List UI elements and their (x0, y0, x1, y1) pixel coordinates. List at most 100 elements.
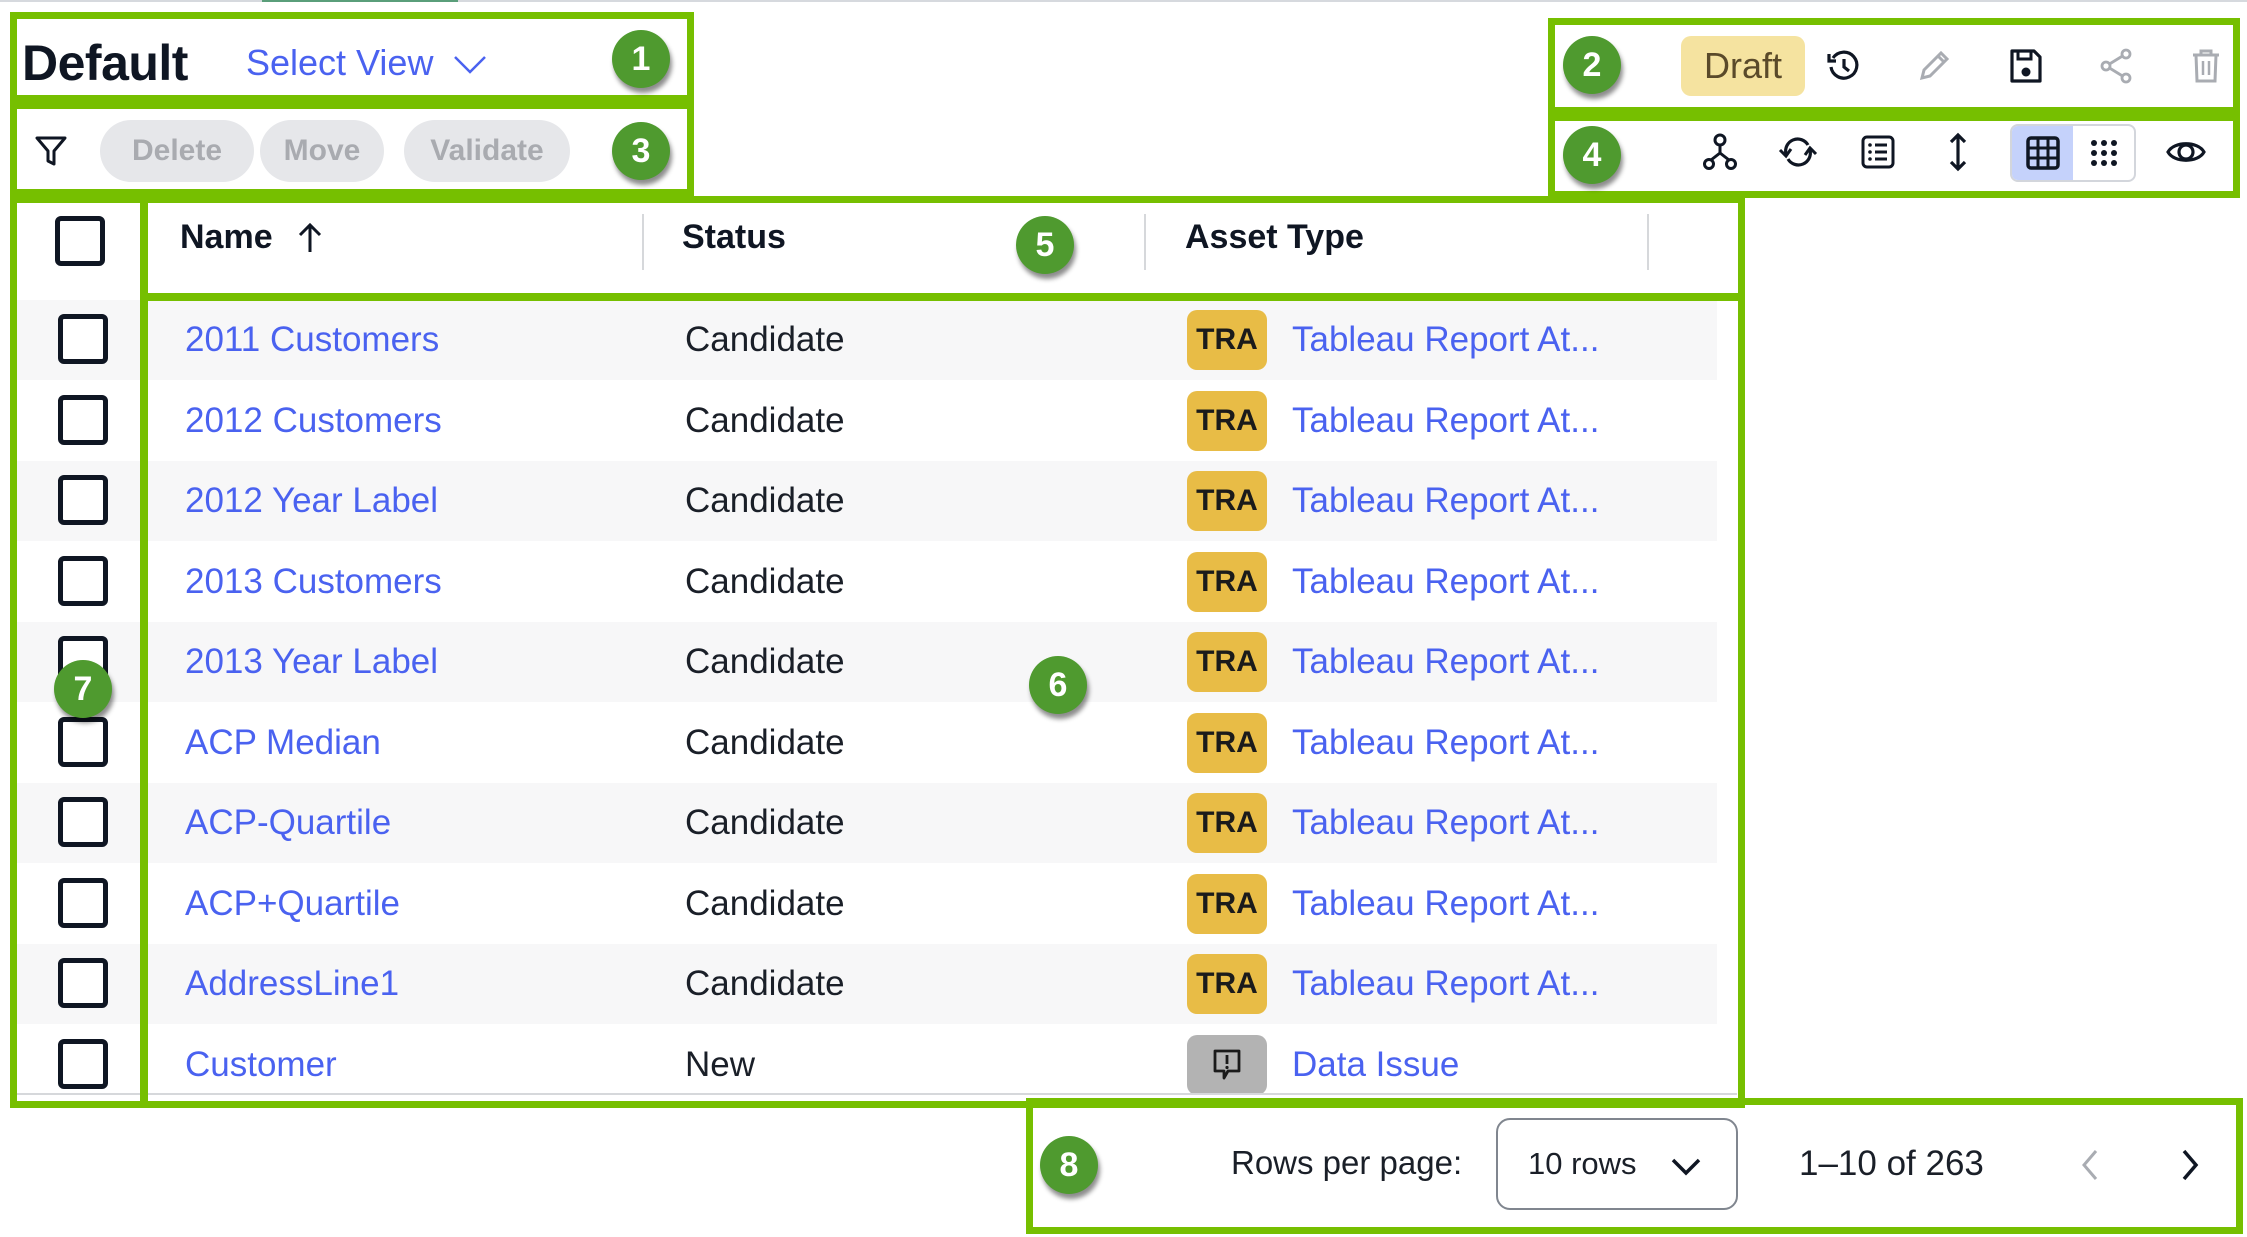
asset-type-badge: TRA (1187, 954, 1267, 1014)
asset-type-link[interactable]: Tableau Report At... (1292, 320, 1599, 360)
active-tab-indicator (262, 0, 458, 2)
status-cell: Candidate (685, 400, 845, 440)
column-resize-handle[interactable] (1647, 214, 1649, 270)
asset-type-badge: TRA (1187, 390, 1267, 451)
status-cell: Candidate (685, 481, 845, 520)
list-view-icon[interactable] (1856, 130, 1900, 174)
row-checkbox[interactable] (58, 958, 108, 1008)
column-header-name[interactable]: Name (180, 218, 323, 257)
sort-ascending-icon (298, 222, 321, 252)
status-cell: Candidate (685, 883, 845, 923)
save-icon[interactable] (2004, 44, 2048, 88)
row-checkbox[interactable] (58, 394, 108, 445)
move-button[interactable]: Move (260, 120, 384, 182)
asset-name-link[interactable]: ACP+Quartile (185, 884, 400, 924)
share-icon[interactable] (2094, 44, 2138, 88)
validate-button[interactable]: Validate (404, 120, 570, 182)
row-checkbox[interactable] (58, 555, 108, 606)
asset-type-badge: TRA (1187, 551, 1267, 612)
grid-view-icon[interactable] (2012, 126, 2073, 180)
asset-type-badge: TRA (1187, 632, 1267, 692)
asset-type-link[interactable]: Tableau Report At... (1292, 803, 1599, 843)
previous-page-button[interactable] (2068, 1140, 2112, 1190)
rows-per-page-label: Rows per page: (1231, 1144, 1463, 1181)
asset-name-link[interactable]: 2013 Customers (185, 562, 442, 602)
history-icon[interactable] (1822, 44, 1866, 88)
next-page-button[interactable] (2168, 1140, 2212, 1190)
column-header-asset-type[interactable]: Asset Type (1185, 218, 1364, 257)
asset-name-link[interactable]: ACP Median (185, 723, 381, 763)
callout-2: 2 (1563, 36, 1621, 94)
row-checkbox[interactable] (58, 797, 108, 847)
chevron-down-icon (1670, 1150, 1702, 1186)
view-title: Default (22, 35, 188, 91)
compact-grid-icon[interactable] (2073, 126, 2134, 180)
density-toggle-group (2010, 124, 2136, 182)
column-header-status-label: Status (682, 218, 786, 256)
callout-5: 5 (1016, 216, 1074, 274)
callout-7: 7 (54, 660, 112, 718)
sync-icon[interactable] (1776, 130, 1820, 174)
chevron-down-icon (453, 42, 487, 84)
callout-4: 4 (1563, 126, 1621, 184)
callout-3: 3 (612, 122, 670, 180)
asset-type-badge: TRA (1187, 471, 1267, 531)
column-resize-handle[interactable] (1144, 214, 1146, 270)
delete-button[interactable]: Delete (100, 120, 254, 182)
row-height-icon[interactable] (1936, 130, 1980, 174)
draft-status-badge: Draft (1681, 36, 1805, 96)
row-checkbox[interactable] (58, 716, 108, 767)
asset-type-link[interactable]: Tableau Report At... (1292, 642, 1599, 682)
rows-per-page-select[interactable]: 10 rows (1496, 1118, 1738, 1210)
column-resize-handle[interactable] (642, 214, 644, 270)
hierarchy-icon[interactable] (1698, 130, 1742, 174)
callout-1: 1 (612, 30, 670, 88)
asset-name-link[interactable]: 2012 Year Label (185, 481, 438, 521)
data-issue-icon (1187, 1034, 1267, 1095)
asset-type-link[interactable]: Tableau Report At... (1292, 562, 1599, 602)
table-bottom-divider (17, 1093, 1737, 1095)
asset-name-link[interactable]: 2012 Customers (185, 401, 442, 441)
asset-type-badge: TRA (1187, 873, 1267, 934)
row-checkbox[interactable] (58, 314, 108, 364)
status-cell: Candidate (685, 561, 845, 601)
callout-8: 8 (1040, 1136, 1098, 1194)
visibility-icon[interactable] (2164, 130, 2208, 174)
asset-name-link[interactable]: AddressLine1 (185, 964, 399, 1004)
column-header-asset-type-label: Asset Type (1185, 218, 1364, 256)
pagination-range: 1–10 of 263 (1799, 1144, 1984, 1183)
chevron-right-icon (2182, 1149, 2199, 1181)
status-cell: Candidate (685, 320, 845, 359)
asset-type-badge: TRA (1187, 793, 1267, 853)
asset-type-link[interactable]: Data Issue (1292, 1045, 1459, 1085)
asset-name-link[interactable]: ACP-Quartile (185, 803, 391, 843)
asset-name-link[interactable]: 2013 Year Label (185, 642, 438, 682)
callout-6: 6 (1029, 656, 1087, 714)
trash-icon[interactable] (2184, 44, 2228, 88)
select-all-checkbox[interactable] (55, 216, 105, 266)
asset-name-link[interactable]: 2011 Customers (185, 320, 439, 360)
row-checkbox[interactable] (58, 475, 108, 525)
asset-type-badge: TRA (1187, 712, 1267, 773)
edit-icon[interactable] (1912, 44, 1956, 88)
status-cell: Candidate (685, 642, 845, 681)
asset-type-link[interactable]: Tableau Report At... (1292, 401, 1599, 441)
status-cell: Candidate (685, 803, 845, 842)
status-cell: Candidate (685, 964, 845, 1003)
asset-type-link[interactable]: Tableau Report At... (1292, 723, 1599, 763)
asset-type-badge: TRA (1187, 310, 1267, 370)
column-header-status[interactable]: Status (682, 218, 786, 257)
status-cell: Candidate (685, 722, 845, 762)
highlight-box-5 (141, 196, 1745, 300)
row-checkbox[interactable] (58, 877, 108, 928)
select-view-dropdown[interactable]: Select View (246, 42, 487, 84)
row-checkbox[interactable] (58, 1038, 108, 1089)
filter-icon[interactable] (34, 134, 68, 168)
asset-type-link[interactable]: Tableau Report At... (1292, 884, 1599, 924)
select-view-label: Select View (246, 42, 434, 83)
asset-name-link[interactable]: Customer (185, 1045, 337, 1085)
asset-type-link[interactable]: Tableau Report At... (1292, 481, 1599, 521)
rows-per-page-value: 10 rows (1528, 1146, 1637, 1181)
chevron-left-icon (2082, 1150, 2098, 1180)
asset-type-link[interactable]: Tableau Report At... (1292, 964, 1599, 1004)
